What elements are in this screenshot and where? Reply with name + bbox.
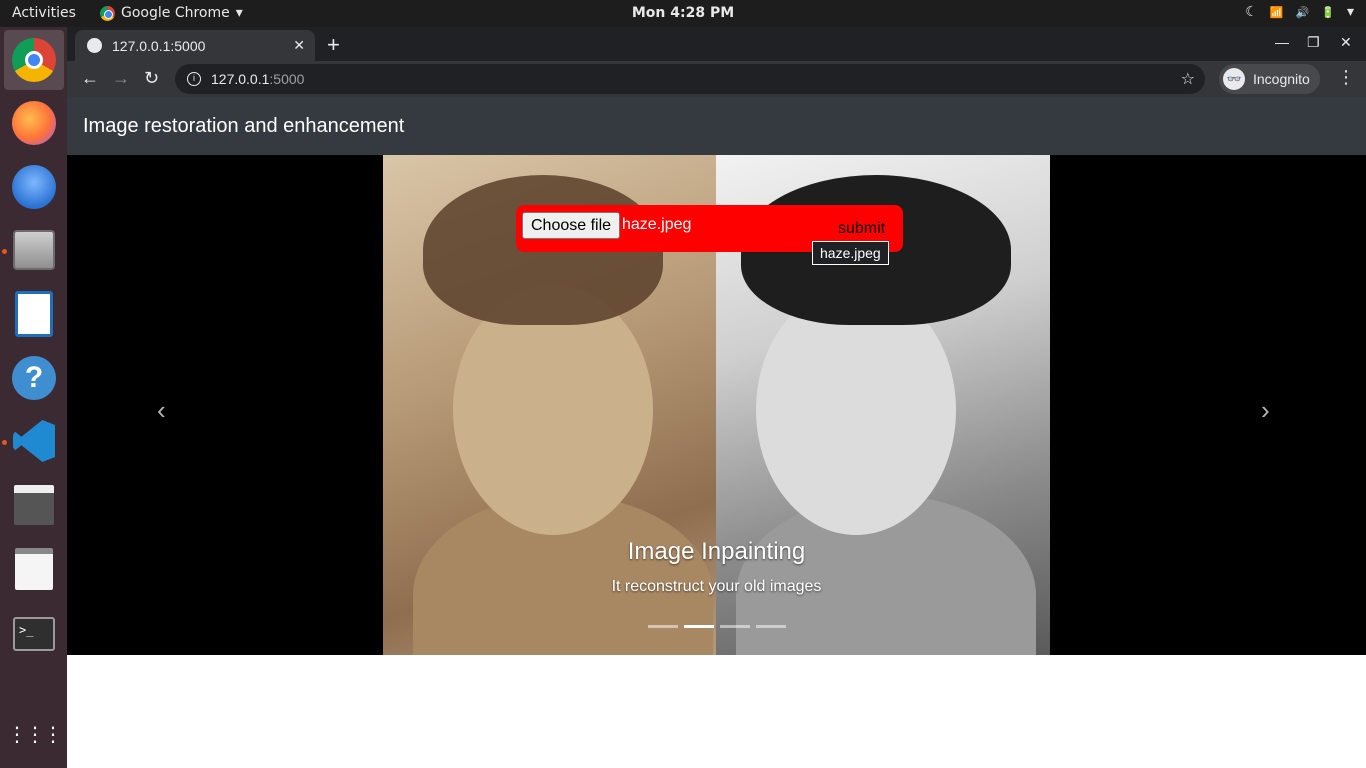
image-carousel: ‹ › Choose file haze.jpeg submit haze.jp… [67,155,1366,655]
address-bar[interactable]: i 127.0.0.1:5000 ☆ [175,64,1205,94]
apps-grid-icon: ⋮⋮⋮ [7,723,63,746]
dock-item-vscode[interactable] [4,411,64,471]
system-tray[interactable]: ☾ 📶 🔊 🔋 ▾ [1245,4,1354,20]
new-tab-button[interactable]: + [327,32,340,58]
dock-item-thunderbird[interactable] [4,157,64,217]
dock-item-terminal[interactable]: >_ [4,604,64,664]
wifi-icon: 📶 [1269,5,1284,19]
submit-button[interactable]: submit [838,220,885,238]
files-icon [13,230,55,270]
carousel-indicator-2[interactable] [684,625,714,628]
dock-item-help[interactable]: ? [4,348,64,408]
navbar: Image restoration and enhancement [67,97,1366,155]
vscode-icon [13,420,55,462]
thunderbird-icon [12,165,56,209]
close-tab-icon[interactable]: ✕ [293,37,305,54]
clock[interactable]: Mon 4:28 PM [0,5,1366,21]
back-button[interactable]: ← [81,68,99,89]
close-window-button[interactable]: ✕ [1340,34,1352,51]
carousel-slide: Choose file haze.jpeg submit haze.jpeg I… [383,155,1050,655]
firefox-icon [12,101,56,145]
chrome-icon [12,38,56,82]
volume-icon: 🔊 [1295,5,1310,19]
dock-item-files[interactable] [4,220,64,280]
show-applications-button[interactable]: ⋮⋮⋮ [4,704,64,764]
browser-menu-icon[interactable]: ⋮ [1337,67,1355,88]
info-icon[interactable]: i [187,72,201,86]
clapperboard-icon [14,485,54,525]
choose-file-button[interactable]: Choose file [522,212,621,239]
reload-button[interactable]: ↻ [144,68,159,89]
tab-title: 127.0.0.1:5000 [112,37,206,54]
dock-item-text-editor[interactable] [4,539,64,599]
browser-window: 127.0.0.1:5000 ✕ + — ❐ ✕ ← → ↻ i 127.0.0… [67,27,1366,768]
maximize-button[interactable]: ❐ [1307,34,1320,51]
system-menu-arrow-icon: ▾ [1346,4,1354,20]
navbar-brand[interactable]: Image restoration and enhancement [83,115,404,137]
dock-item-video-editor[interactable] [4,475,64,535]
incognito-icon: 👓 [1223,68,1245,90]
night-light-icon: ☾ [1245,4,1258,20]
dock: ? >_ ⋮⋮⋮ [0,27,67,768]
carousel-indicators [648,625,786,628]
dock-item-chrome[interactable] [4,30,64,90]
tab-strip: 127.0.0.1:5000 ✕ + — ❐ ✕ [67,27,1366,61]
url-host: 127.0.0.1 [211,71,270,87]
file-tooltip: haze.jpeg [812,241,889,265]
document-icon [15,291,53,337]
incognito-indicator[interactable]: 👓 Incognito [1219,64,1320,94]
slide-caption-text: It reconstruct your old images [611,578,822,595]
carousel-next-button[interactable]: › [1261,395,1270,426]
forward-button[interactable]: → [112,68,130,89]
terminal-icon: >_ [13,617,55,651]
dock-item-firefox[interactable] [4,93,64,153]
slide-caption-title: Image Inpainting [627,538,806,565]
carousel-prev-button[interactable]: ‹ [157,395,166,426]
selected-file-name: haze.jpeg [622,216,692,233]
carousel-indicator-4[interactable] [756,625,786,628]
battery-icon: 🔋 [1321,5,1335,19]
help-icon: ? [12,356,56,400]
notepad-icon [15,548,53,590]
tab-active[interactable]: 127.0.0.1:5000 ✕ [75,30,315,61]
globe-icon [87,38,102,53]
web-page: Image restoration and enhancement ‹ › Ch… [67,97,1366,768]
url-port: :5000 [269,71,305,87]
dock-item-writer[interactable] [4,284,64,344]
incognito-label: Incognito [1253,71,1310,87]
system-top-bar: Activities Google Chrome ▾ Mon 4:28 PM ☾… [0,0,1366,27]
bookmark-star-icon[interactable]: ☆ [1181,69,1195,89]
carousel-indicator-3[interactable] [720,625,750,628]
browser-toolbar: ← → ↻ i 127.0.0.1:5000 ☆ 👓 Incognito ⋮ [67,61,1366,97]
carousel-indicator-1[interactable] [648,625,678,628]
minimize-button[interactable]: — [1275,34,1289,50]
